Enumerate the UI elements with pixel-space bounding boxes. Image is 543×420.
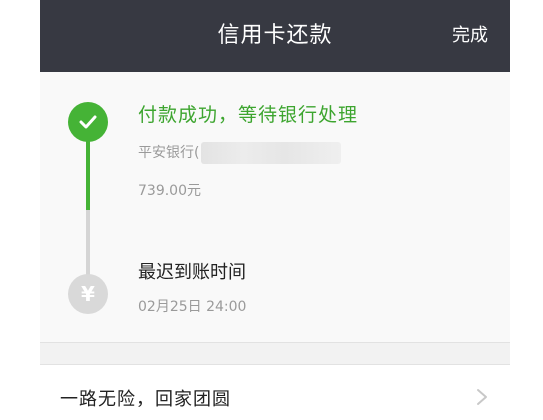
yen-circle-icon: ¥ [68,274,108,314]
chevron-right-icon [477,389,487,405]
masked-card-number [201,142,342,164]
bank-info: 平安银行( [138,142,342,164]
payment-status-card: 付款成功，等待银行处理 平安银行( 739.00元 ¥ 最迟到账时间 02月25… [40,72,510,343]
navbar: 信用卡还款 完成 [40,0,510,72]
promo-text: 一路无险，回家团圆 [60,389,231,410]
check-circle-icon [68,102,108,142]
done-button[interactable]: 完成 [452,0,488,72]
timeline-pending-line [86,210,90,280]
deadline-time: 02月25日 24:00 [138,299,247,315]
payment-amount: 739.00元 [138,183,201,199]
payment-status-title: 付款成功，等待银行处理 [138,104,359,126]
bank-name: 平安银行( [138,145,200,161]
deadline-label: 最迟到账时间 [138,262,246,283]
promo-banner-row[interactable]: 一路无险，回家团圆 [40,364,510,420]
page-title: 信用卡还款 [217,23,333,48]
payment-result-screen: 信用卡还款 完成 付款成功，等待银行处理 平安银行( 739.00元 ¥ 最迟到… [40,0,510,420]
